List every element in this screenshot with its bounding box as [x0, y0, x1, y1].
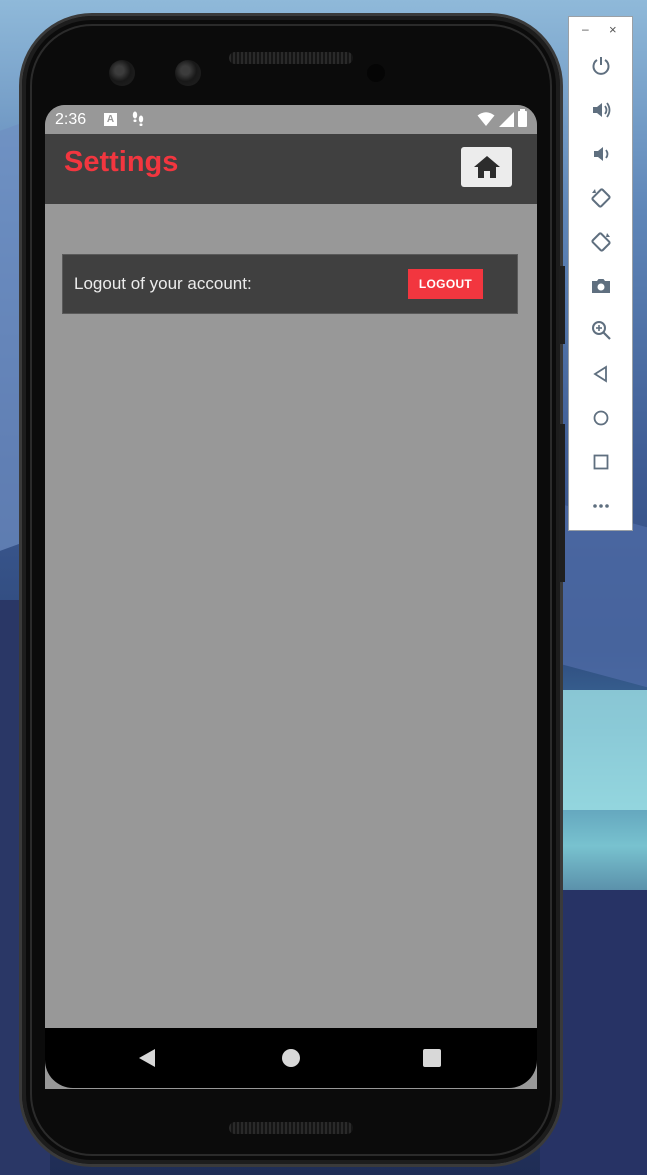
- emu-home-icon[interactable]: [588, 405, 614, 431]
- minimize-button[interactable]: –: [582, 22, 589, 36]
- logout-label: Logout of your account:: [74, 274, 252, 293]
- status-bar: 2:36 A: [45, 105, 537, 134]
- signal-icon: [499, 111, 514, 127]
- proximity-sensor: [367, 64, 385, 82]
- camera-icon[interactable]: [588, 273, 614, 299]
- front-camera-left: [109, 60, 135, 86]
- device-screen: 2:36 A Settings Logout of your account: …: [45, 105, 537, 1089]
- status-time: 2:36: [55, 111, 87, 128]
- home-icon: [473, 156, 500, 178]
- volume-side-button[interactable]: [559, 424, 565, 582]
- android-nav-bar: [45, 1028, 537, 1088]
- logout-button[interactable]: LOGOUT: [408, 269, 483, 299]
- volume-up-icon[interactable]: [588, 97, 614, 123]
- bottom-speaker: [229, 1122, 353, 1134]
- app-bar: Settings: [45, 134, 537, 204]
- back-triangle-icon[interactable]: [138, 1048, 156, 1068]
- notification-a-icon: A: [104, 113, 117, 126]
- zoom-icon[interactable]: [588, 317, 614, 343]
- power-icon[interactable]: [588, 53, 614, 79]
- page-title: Settings: [64, 146, 179, 178]
- power-side-button[interactable]: [559, 266, 565, 344]
- top-speaker: [229, 52, 353, 64]
- rotate-left-icon[interactable]: [588, 185, 614, 211]
- volume-down-icon[interactable]: [588, 141, 614, 167]
- rotate-right-icon[interactable]: [588, 229, 614, 255]
- close-button[interactable]: ×: [609, 22, 617, 37]
- wifi-icon: [477, 112, 495, 126]
- overview-icon[interactable]: [588, 449, 614, 475]
- back-icon[interactable]: [588, 361, 614, 387]
- recents-square-icon[interactable]: [423, 1049, 441, 1067]
- home-button[interactable]: [461, 147, 512, 187]
- more-icon[interactable]: [588, 493, 614, 519]
- footsteps-icon: [131, 110, 145, 129]
- home-circle-icon[interactable]: [282, 1049, 300, 1067]
- logout-row: Logout of your account: LOGOUT: [62, 254, 518, 314]
- emulator-toolbar: – ×: [568, 16, 633, 531]
- front-camera-right: [175, 60, 201, 86]
- battery-icon: [518, 109, 527, 127]
